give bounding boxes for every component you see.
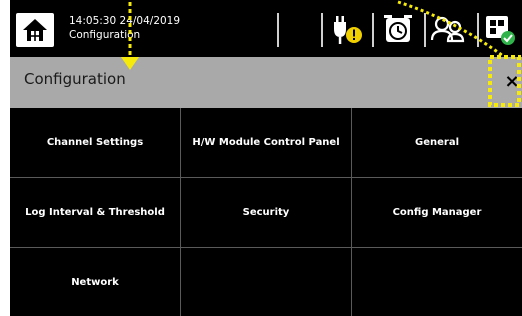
page-title: Configuration — [24, 70, 126, 88]
home-icon — [23, 19, 47, 41]
menu-button-channel-settings[interactable]: Channel Settings — [10, 108, 181, 178]
menu-button-hw-module-control-panel[interactable]: H/W Module Control Panel — [181, 108, 352, 178]
alarm-clock-icon[interactable] — [380, 10, 420, 50]
device-screen: 14:05:30 24/04/2019 Configuration Config… — [10, 0, 522, 316]
status-divider — [477, 13, 479, 47]
home-button[interactable] — [16, 13, 54, 47]
config-menu-grid: Channel Settings H/W Module Control Pane… — [10, 108, 522, 316]
status-bar: 14:05:30 24/04/2019 Configuration — [10, 0, 522, 57]
status-screen-name: Configuration — [69, 29, 141, 41]
menu-cell-empty — [181, 248, 352, 316]
status-datetime: 14:05:30 24/04/2019 — [69, 14, 180, 28]
menu-button-network[interactable]: Network — [10, 248, 181, 316]
menu-button-general[interactable]: General — [352, 108, 522, 178]
status-divider — [277, 13, 279, 47]
menu-button-config-manager[interactable]: Config Manager — [352, 178, 522, 248]
status-date: 24/04/2019 — [119, 15, 181, 27]
menu-button-security[interactable]: Security — [181, 178, 352, 248]
status-time: 14:05:30 — [69, 15, 117, 27]
user-switch-icon[interactable] — [430, 10, 470, 50]
menu-cell-empty — [352, 248, 522, 316]
status-divider — [321, 13, 323, 47]
status-divider — [372, 13, 374, 47]
close-button[interactable]: × — [501, 67, 522, 97]
module-status-icon[interactable] — [484, 10, 522, 50]
power-plug-warning-icon[interactable] — [328, 10, 368, 50]
menu-button-log-interval-threshold[interactable]: Log Interval & Threshold — [10, 178, 181, 248]
status-divider — [424, 13, 426, 47]
status-text: 14:05:30 24/04/2019 Configuration — [69, 14, 180, 42]
title-bar: Configuration × — [10, 57, 522, 108]
